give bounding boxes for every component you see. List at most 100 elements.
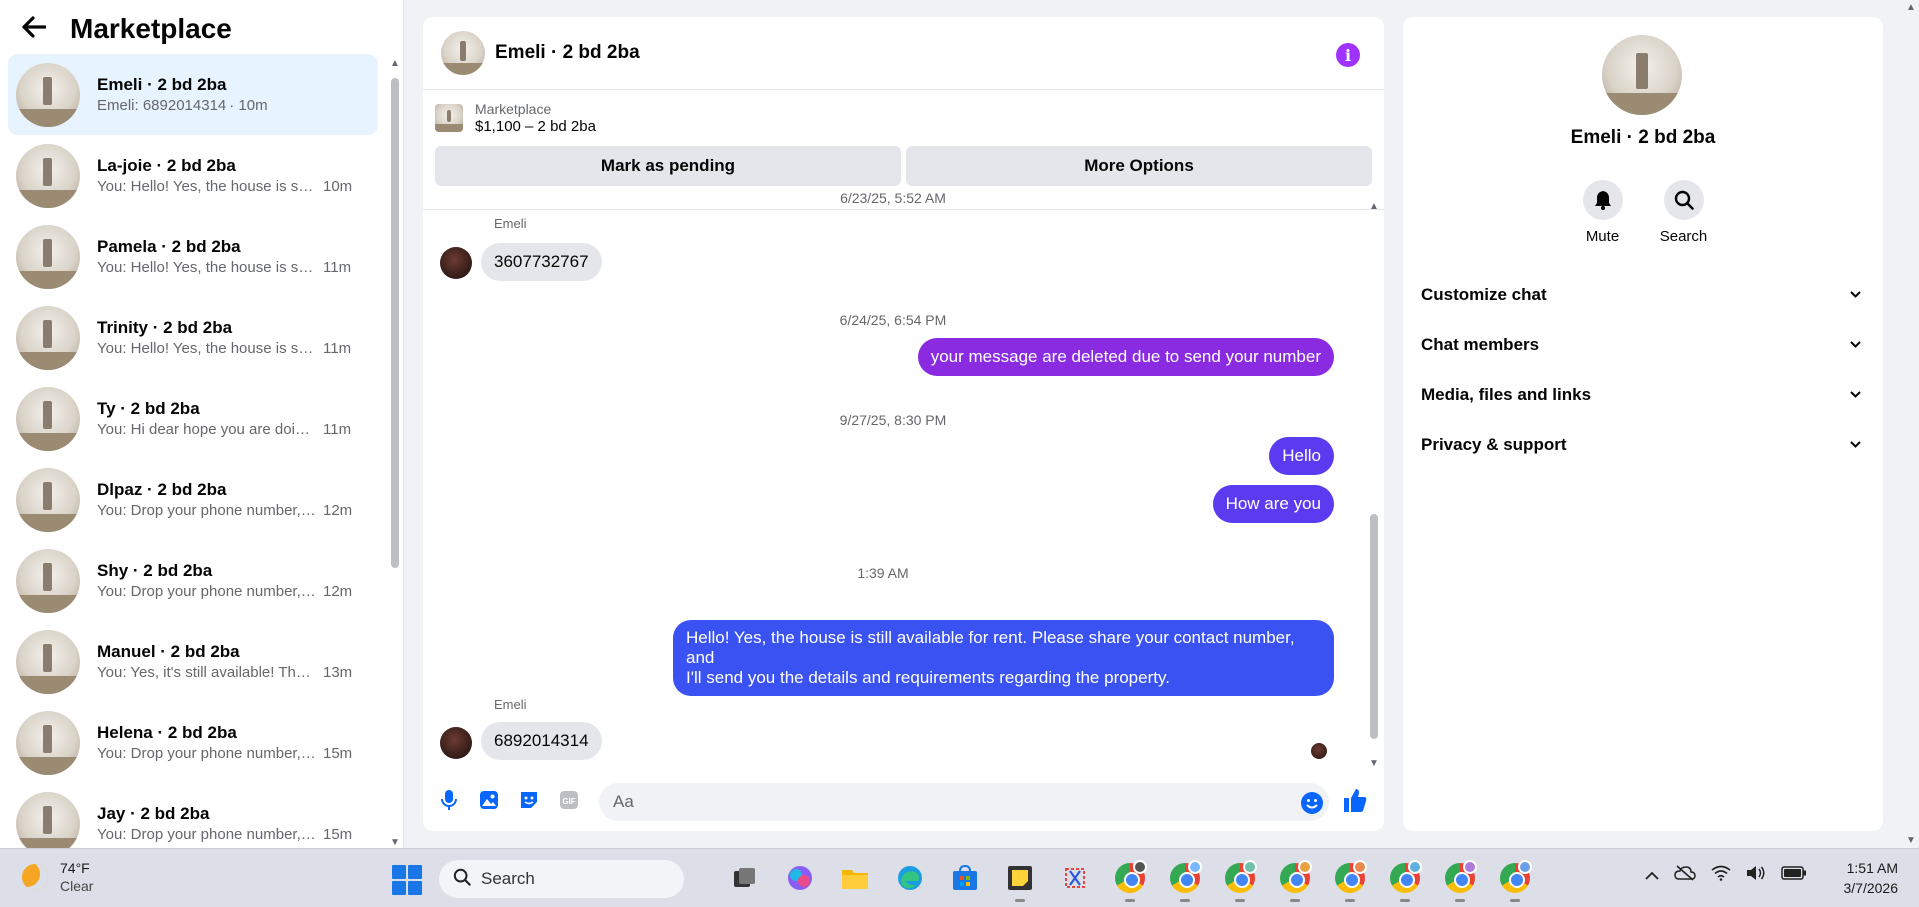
chevron-down-icon bbox=[1850, 389, 1861, 401]
chat-header: Emeli · 2 bd 2ba i bbox=[423, 17, 1384, 90]
conversation-snippet: You: Drop your phone number, a... bbox=[97, 825, 317, 843]
search-button[interactable]: Search bbox=[1660, 180, 1707, 245]
sender-name: Emeli bbox=[494, 216, 527, 231]
snipping-tool-icon[interactable] bbox=[1058, 861, 1092, 895]
sticker-icon[interactable] bbox=[517, 788, 541, 812]
sender-avatar[interactable] bbox=[440, 727, 472, 759]
chat-title[interactable]: Emeli · 2 bd 2ba bbox=[495, 42, 640, 64]
scroll-down-arrow-icon[interactable]: ▼ bbox=[388, 837, 402, 848]
conversation-item[interactable]: Manuel · 2 bd 2ba You: Yes, it's still a… bbox=[8, 621, 378, 702]
more-options-button[interactable]: More Options bbox=[906, 146, 1372, 186]
battery-icon[interactable] bbox=[1781, 866, 1807, 885]
mark-as-pending-button[interactable]: Mark as pending bbox=[435, 146, 901, 186]
scroll-up-arrow-icon[interactable]: ▲ bbox=[1904, 2, 1918, 13]
chrome-profile-icon[interactable] bbox=[1443, 860, 1477, 902]
chat-avatar[interactable] bbox=[441, 31, 485, 75]
message-bubble-incoming[interactable]: 3607732767 bbox=[481, 243, 602, 281]
conversation-snippet: You: Yes, it's still available! Thank ..… bbox=[97, 663, 317, 681]
back-arrow-icon[interactable] bbox=[22, 12, 52, 46]
chrome-profile-icon[interactable] bbox=[1278, 860, 1312, 902]
conversation-item[interactable]: La-joie · 2 bd 2ba You: Hello! Yes, the … bbox=[8, 135, 378, 216]
scroll-down-arrow-icon[interactable]: ▼ bbox=[1904, 835, 1918, 846]
weather-widget[interactable]: 74°F Clear bbox=[22, 859, 93, 895]
gif-icon[interactable]: GIF bbox=[557, 788, 581, 812]
sidebar-scrollbar[interactable]: ▲ ▼ bbox=[388, 58, 402, 848]
thumbs-up-icon[interactable] bbox=[1343, 787, 1367, 818]
listing-avatar bbox=[16, 143, 80, 208]
photo-icon[interactable] bbox=[477, 788, 501, 812]
customize-chat-section[interactable]: Customize chat bbox=[1411, 270, 1875, 320]
conversation-time: 15m bbox=[323, 744, 353, 762]
info-icon[interactable]: i bbox=[1336, 43, 1360, 67]
message-input[interactable] bbox=[599, 783, 1329, 821]
listing-avatar bbox=[16, 62, 80, 127]
conversation-item[interactable]: Shy · 2 bd 2ba You: Drop your phone numb… bbox=[8, 540, 378, 621]
chat-info-panel: Emeli · 2 bd 2ba Mute Search Customize c… bbox=[1403, 17, 1883, 831]
emoji-icon[interactable] bbox=[1300, 791, 1324, 820]
conversation-item[interactable]: Helena · 2 bd 2ba You: Drop your phone n… bbox=[8, 702, 378, 783]
privacy-support-section[interactable]: Privacy & support bbox=[1411, 420, 1875, 470]
edge-browser-icon[interactable] bbox=[893, 861, 927, 895]
chat-panel: Emeli · 2 bd 2ba i Marketplace $1,100 – … bbox=[423, 17, 1384, 831]
conversation-sidebar: Marketplace Emeli · 2 bd 2ba Emeli: 6892… bbox=[0, 0, 404, 856]
chrome-profile-icon[interactable] bbox=[1223, 860, 1257, 902]
listing-thumbnail[interactable] bbox=[435, 104, 463, 132]
listing-avatar bbox=[16, 548, 80, 613]
conversation-item[interactable]: Pamela · 2 bd 2ba You: Hello! Yes, the h… bbox=[8, 216, 378, 297]
conversation-item[interactable]: Trinity · 2 bd 2ba You: Hello! Yes, the … bbox=[8, 297, 378, 378]
conversation-time: 12m bbox=[323, 501, 353, 519]
cloud-offline-icon[interactable] bbox=[1674, 865, 1696, 886]
system-clock[interactable]: 1:51 AM 3/7/2026 bbox=[1836, 858, 1899, 898]
profile-avatar[interactable] bbox=[1602, 35, 1682, 115]
chat-members-section[interactable]: Chat members bbox=[1411, 320, 1875, 370]
microphone-icon[interactable] bbox=[437, 788, 461, 812]
search-icon bbox=[1663, 180, 1704, 220]
conversation-name: Helena · 2 bd 2ba bbox=[97, 722, 237, 742]
chat-scroll-thumb[interactable] bbox=[1370, 514, 1378, 739]
wifi-icon[interactable] bbox=[1711, 865, 1731, 886]
conversation-name: Trinity · 2 bd 2ba bbox=[97, 317, 233, 337]
listing-price[interactable]: $1,100 – 2 bd 2ba bbox=[475, 118, 596, 136]
conversation-item[interactable]: Dlpaz · 2 bd 2ba You: Drop your phone nu… bbox=[8, 459, 378, 540]
chrome-profile-icon[interactable] bbox=[1333, 860, 1367, 902]
search-icon bbox=[453, 868, 471, 891]
chat-scrollbar[interactable]: ▲ ▼ bbox=[1368, 199, 1380, 769]
task-view-icon[interactable] bbox=[728, 861, 762, 895]
conversation-snippet: You: Drop your phone number, a... bbox=[97, 582, 317, 600]
conversation-name: Dlpaz · 2 bd 2ba bbox=[97, 479, 227, 499]
copilot-m365-icon[interactable] bbox=[783, 861, 817, 895]
message-bubble-outgoing[interactable]: your message are deleted due to send you… bbox=[917, 338, 1334, 376]
mute-label: Mute bbox=[1585, 228, 1620, 245]
chrome-profile-icon[interactable] bbox=[1168, 860, 1202, 902]
taskbar-search-label: Search bbox=[481, 869, 535, 888]
conversation-time: 15m bbox=[323, 825, 353, 843]
listing-avatar bbox=[16, 629, 80, 694]
section-label: Media, files and links bbox=[1421, 385, 1592, 404]
scroll-down-arrow-icon[interactable]: ▼ bbox=[1367, 758, 1381, 769]
windows-start-icon[interactable] bbox=[392, 865, 422, 895]
conversation-item[interactable]: Ty · 2 bd 2ba You: Hi dear hope you are … bbox=[8, 378, 378, 459]
page-scrollbar[interactable]: ▲ ▼ bbox=[1903, 0, 1919, 848]
sender-avatar[interactable] bbox=[440, 247, 472, 279]
chrome-profile-icon[interactable] bbox=[1113, 860, 1147, 902]
scroll-up-arrow-icon[interactable]: ▲ bbox=[1367, 201, 1381, 212]
media-files-links-section[interactable]: Media, files and links bbox=[1411, 370, 1875, 420]
message-bubble-outgoing[interactable]: Hello bbox=[1269, 437, 1334, 475]
scroll-up-arrow-icon[interactable]: ▲ bbox=[388, 58, 402, 69]
conversation-item[interactable]: Emeli · 2 bd 2ba Emeli: 6892014314 · 10m bbox=[8, 54, 378, 135]
message-bubble-incoming[interactable]: 6892014314 bbox=[481, 722, 602, 760]
sticky-notes-icon[interactable] bbox=[1003, 861, 1037, 902]
volume-icon[interactable] bbox=[1746, 865, 1766, 886]
sidebar-scroll-thumb[interactable] bbox=[391, 78, 399, 568]
file-explorer-icon[interactable] bbox=[838, 861, 872, 895]
seen-indicator-avatar bbox=[1311, 743, 1327, 759]
microsoft-store-icon[interactable] bbox=[948, 861, 982, 895]
chrome-profile-icon[interactable] bbox=[1388, 860, 1422, 902]
chevron-up-icon[interactable] bbox=[1645, 867, 1659, 885]
message-bubble-outgoing[interactable]: How are you bbox=[1212, 485, 1334, 523]
mute-button[interactable]: Mute bbox=[1582, 180, 1623, 245]
message-bubble-outgoing[interactable]: Hello! Yes, the house is still available… bbox=[673, 620, 1334, 696]
taskbar-search[interactable]: Search bbox=[439, 860, 684, 898]
conversation-time: 13m bbox=[323, 663, 353, 681]
chrome-profile-icon[interactable] bbox=[1498, 860, 1532, 902]
